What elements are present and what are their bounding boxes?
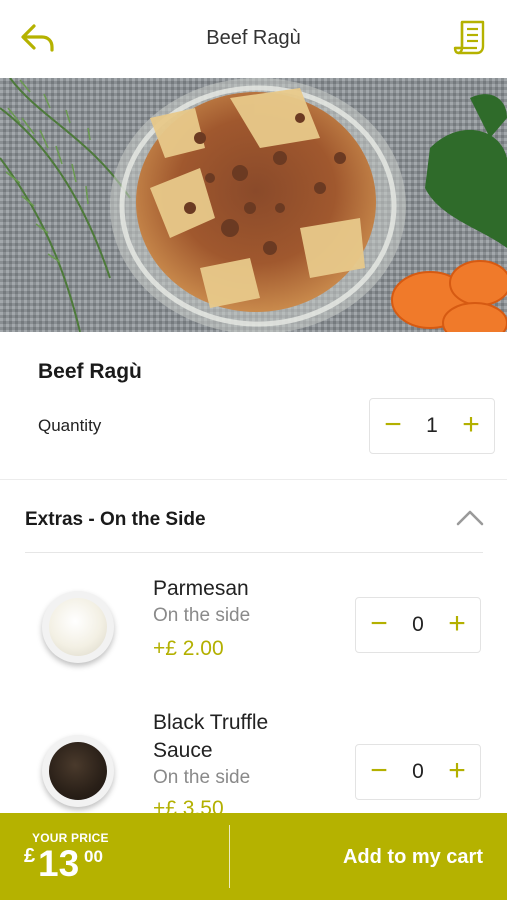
receipt-icon[interactable]: [453, 18, 489, 56]
increase-extra-button[interactable]: +: [438, 745, 476, 799]
parmesan-thumbnail: [42, 591, 114, 663]
extras-section-header[interactable]: Extras - On the Side: [0, 481, 507, 553]
chevron-up-icon[interactable]: [455, 507, 485, 527]
extra-price: +£ 2.00: [153, 637, 224, 660]
page-title: Beef Ragù: [206, 27, 301, 49]
product-name: Beef Ragù: [38, 360, 142, 383]
extra-price: +£ 3.50: [153, 797, 224, 813]
extra-quantity-stepper: − 0 +: [355, 744, 481, 800]
decrease-quantity-button[interactable]: −: [374, 399, 412, 453]
checkout-bar: YOUR PRICE £ 13 00 Add to my cart: [0, 813, 507, 900]
increase-quantity-button[interactable]: +: [452, 399, 490, 453]
quantity-stepper: − 1 +: [369, 398, 495, 454]
price-currency: £: [24, 845, 36, 867]
list-item: Parmesan On the side +£ 2.00 − 0 +: [0, 553, 507, 693]
quantity-label: Quantity: [38, 416, 102, 435]
divider: [229, 825, 230, 888]
increase-extra-button[interactable]: +: [438, 598, 476, 652]
quantity-value: 1: [426, 414, 438, 437]
extra-quantity-stepper: − 0 +: [355, 597, 481, 653]
extras-section-title: Extras - On the Side: [25, 509, 206, 530]
extra-quantity-value: 0: [412, 613, 424, 636]
top-bar: Beef Ragù: [0, 0, 507, 78]
list-item: Black Truffle Sauce On the side +£ 3.50 …: [0, 693, 507, 813]
decrease-extra-button[interactable]: −: [360, 745, 398, 799]
extra-name: Black Truffle Sauce: [153, 711, 269, 762]
extra-quantity-value: 0: [412, 760, 424, 783]
extra-note: On the side: [153, 605, 251, 626]
decrease-extra-button[interactable]: −: [360, 598, 398, 652]
price-cents: 00: [84, 847, 103, 866]
add-to-cart-button[interactable]: Add to my cart: [343, 846, 483, 869]
extra-note: On the side: [153, 767, 251, 788]
truffle-sauce-thumbnail: [42, 735, 114, 807]
dish-photo: [0, 78, 507, 332]
product-section: Beef Ragù Quantity − 1 +: [0, 332, 507, 480]
extra-name: Parmesan: [153, 577, 249, 600]
price-amount: 13: [38, 843, 80, 884]
